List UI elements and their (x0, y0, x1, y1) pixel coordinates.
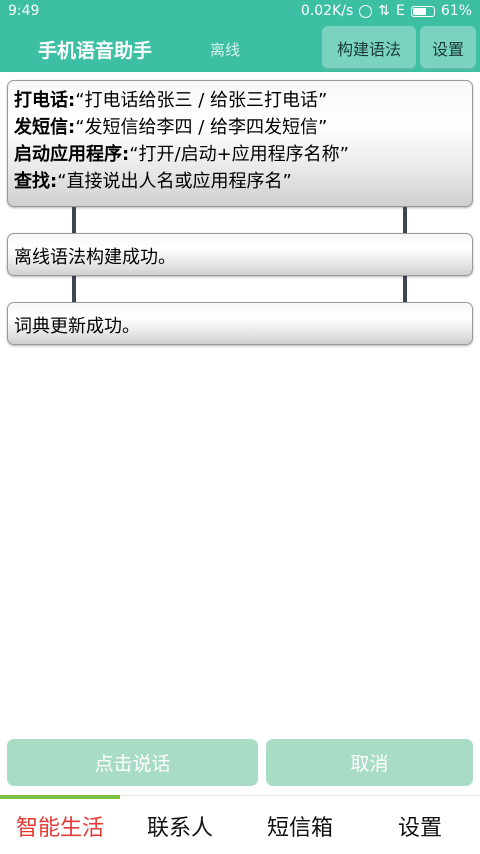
help-key: 查找: (14, 171, 58, 192)
help-line-sms: 发短信:“发短信给李四 / 给李四发短信” (14, 114, 466, 141)
header-settings-button[interactable]: 设置 (420, 26, 476, 70)
tab-sms-box[interactable]: 短信箱 (240, 796, 360, 854)
help-value: “打电话给张三 / 给张三打电话” (75, 90, 328, 111)
help-line-call: 打电话:“打电话给张三 / 给张三打电话” (14, 87, 466, 114)
network-speed: 0.02K/s (300, 3, 354, 19)
help-value: “打开/启动+应用程序名称” (129, 144, 349, 165)
help-value: “直接说出人名或应用程序名” (57, 171, 292, 192)
status-indicators: 0.02K/s ⇅ E 61% (301, 3, 472, 19)
speak-button[interactable]: 点击说话 (7, 739, 258, 786)
battery-level: 61% (440, 3, 472, 19)
mode-label: 离线 (210, 41, 241, 59)
message-text: 词典更新成功。 (14, 316, 140, 337)
bottom-tab-bar: 智能生活 联系人 短信箱 设置 (0, 795, 480, 854)
build-grammar-button[interactable]: 构建语法 (322, 26, 416, 70)
tab-smart-life[interactable]: 智能生活 (0, 796, 120, 854)
app-title: 手机语音助手 (38, 40, 153, 62)
tab-settings[interactable]: 设置 (360, 796, 480, 854)
battery-icon (410, 5, 435, 17)
help-line-search: 查找:“直接说出人名或应用程序名” (14, 168, 466, 195)
connector-line (72, 207, 76, 233)
help-line-launch: 启动应用程序:“打开/启动+应用程序名称” (14, 141, 466, 168)
tab-contacts[interactable]: 联系人 (120, 796, 240, 854)
alarm-icon (359, 4, 373, 18)
help-key: 启动应用程序: (14, 144, 130, 165)
help-key: 发短信: (14, 117, 76, 138)
app-header: 手机语音助手 离线 构建语法 设置 (0, 24, 480, 72)
help-value: “发短信给李四 / 给李四发短信” (75, 117, 328, 138)
message-box: 离线语法构建成功。 (7, 233, 473, 276)
help-key: 打电话: (14, 90, 76, 111)
network-type: E (396, 3, 405, 19)
help-message-box: 打电话:“打电话给张三 / 给张三打电话” 发短信:“发短信给李四 / 给李四发… (7, 80, 473, 207)
status-time: 9:49 (8, 3, 40, 19)
status-bar: 9:49 0.02K/s ⇅ E 61% (0, 0, 480, 24)
signal-icon: ⇅ (378, 3, 391, 19)
message-box: 词典更新成功。 (7, 302, 473, 345)
cancel-button[interactable]: 取消 (266, 739, 473, 786)
message-text: 离线语法构建成功。 (14, 247, 176, 268)
